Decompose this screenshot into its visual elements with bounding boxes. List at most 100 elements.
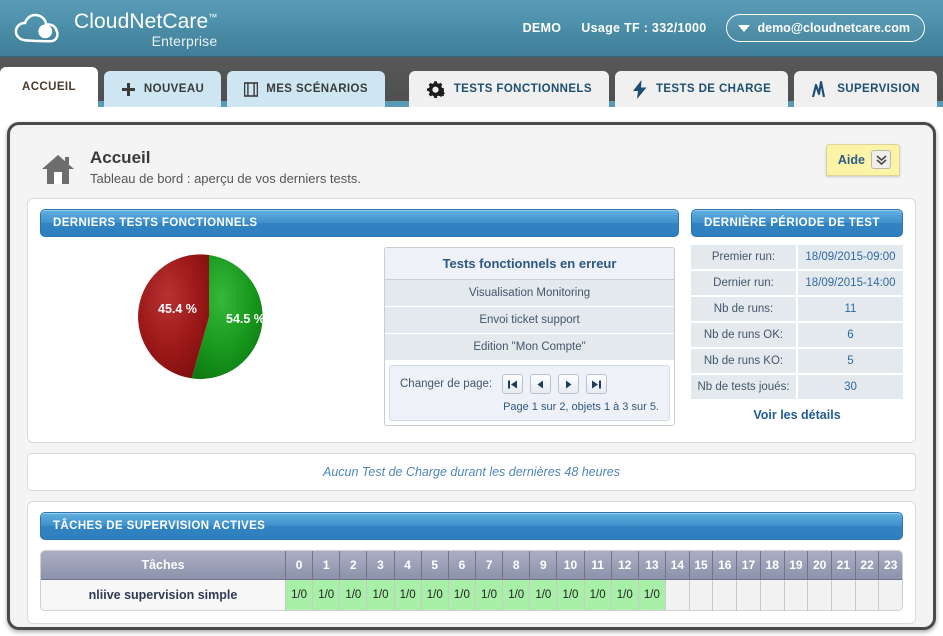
last-functional-tests-panel: DERNIERS TESTS FONCTIONNELS 54.5 % 45.4 … <box>40 209 679 430</box>
last-page-icon[interactable] <box>586 374 608 394</box>
tab-tests-de-charge[interactable]: TESTS DE CHARGE <box>614 71 789 107</box>
previous-page-icon[interactable] <box>530 374 552 394</box>
th-hour: 2 <box>340 551 368 580</box>
error-table-row[interactable]: Edition "Mon Compte" <box>385 334 674 361</box>
th-hour: 12 <box>611 551 639 580</box>
usage-counter: Usage TF : 332/1000 <box>581 21 707 35</box>
tab-accueil-label: ACCUEIL <box>22 81 76 93</box>
th-hour: 1 <box>313 551 341 580</box>
hour-cell[interactable]: 1/0 <box>611 580 639 610</box>
th-hour: 18 <box>760 551 785 580</box>
th-hour: 5 <box>421 551 449 580</box>
pager-label: Changer de page: <box>400 378 493 390</box>
hour-cell[interactable] <box>784 580 809 610</box>
hour-cell[interactable]: 1/0 <box>503 580 531 610</box>
pie-chart-svg: 54.5 % 45.4 % <box>138 254 265 380</box>
hour-cell[interactable]: 1/0 <box>340 580 368 610</box>
hour-cell[interactable] <box>855 580 880 610</box>
page-header: Accueil Tableau de bord : aperçu de vos … <box>27 140 916 198</box>
hour-cell[interactable]: 1/0 <box>557 580 585 610</box>
supervision-table-body: nliive supervision simple 1/0 1/0 1/0 1/… <box>41 580 902 610</box>
hour-cell[interactable]: 1/0 <box>638 580 666 610</box>
hour-cell[interactable] <box>808 580 832 610</box>
last-test-period-title: DERNIÈRE PÉRIODE DE TEST <box>691 209 903 237</box>
hour-cell[interactable] <box>713 580 738 610</box>
hour-cell[interactable]: 1/0 <box>421 580 449 610</box>
content-area: Aide Accueil Tableau de bord : aperçu de… <box>13 128 930 624</box>
supervision-table: Tâches 0 1 2 3 4 5 6 7 8 9 10 11 12 13 1… <box>40 550 903 611</box>
dashboard-columns: DERNIERS TESTS FONCTIONNELS 54.5 % 45.4 … <box>40 209 903 430</box>
hour-cell[interactable] <box>832 580 856 610</box>
stat-row: Dernier run: 18/09/2015-14:00 <box>691 271 903 295</box>
hour-cell[interactable] <box>689 580 714 610</box>
table-row[interactable]: nliive supervision simple 1/0 1/0 1/0 1/… <box>41 580 902 610</box>
hour-cell[interactable]: 1/0 <box>394 580 422 610</box>
first-page-icon[interactable] <box>502 374 524 394</box>
task-name: nliive supervision simple <box>41 580 286 610</box>
stat-value: 11 <box>798 297 903 321</box>
no-load-test-notice: Aucun Test de Charge durant les dernière… <box>27 453 916 491</box>
pie-label-ok: 54.5 % <box>226 312 265 326</box>
header-right-group: DEMO Usage TF : 332/1000 demo@cloudnetca… <box>523 14 929 42</box>
stat-row: Nb de runs OK: 6 <box>691 323 903 347</box>
tab-accueil[interactable]: ACCUEIL <box>0 67 98 107</box>
stat-value: 18/09/2015-14:00 <box>798 271 903 295</box>
th-hour: 23 <box>879 551 902 580</box>
hour-cell[interactable]: 1/0 <box>313 580 341 610</box>
th-hour: 22 <box>855 551 880 580</box>
th-hour: 7 <box>475 551 504 580</box>
error-table-row[interactable]: Envoi ticket support <box>385 307 674 334</box>
error-table-row[interactable]: Visualisation Monitoring <box>385 280 674 307</box>
tab-tests-fonctionnels[interactable]: TESTS FONCTIONNELS <box>408 71 609 107</box>
stat-key: Nb de runs KO: <box>691 349 796 373</box>
tab-nouveau[interactable]: NOUVEAU <box>103 71 222 107</box>
th-hour: 21 <box>832 551 856 580</box>
stat-row: Nb de runs: 11 <box>691 297 903 321</box>
test-period-stats: Premier run: 18/09/2015-09:00 Dernier ru… <box>691 245 903 399</box>
th-hour: 17 <box>737 551 761 580</box>
hour-cell[interactable]: 1/0 <box>530 580 558 610</box>
help-button[interactable]: Aide <box>825 144 900 176</box>
th-hour: 20 <box>808 551 832 580</box>
user-menu-button[interactable]: demo@cloudnetcare.com <box>726 14 925 42</box>
chevron-double-down-icon <box>871 150 891 169</box>
th-hour: 16 <box>713 551 738 580</box>
stat-value: 18/09/2015-09:00 <box>798 245 903 269</box>
th-hour: 14 <box>665 551 690 580</box>
stat-value: 5 <box>798 349 903 373</box>
stat-row: Nb de tests joués: 30 <box>691 375 903 399</box>
stat-key: Nb de runs: <box>691 297 796 321</box>
user-email-label: demo@cloudnetcare.com <box>757 21 910 35</box>
functional-tests-in-error-table: Tests fonctionnels en erreur Visualisati… <box>384 247 675 426</box>
hour-cell[interactable]: 1/0 <box>448 580 476 610</box>
tab-mes-scenarios[interactable]: MES SCÉNARIOS <box>227 71 385 107</box>
supervision-header-row: Tâches 0 1 2 3 4 5 6 7 8 9 10 11 12 13 1… <box>41 551 902 580</box>
view-details-link[interactable]: Voir les détails <box>691 408 903 422</box>
next-page-icon[interactable] <box>558 374 580 394</box>
th-hour: 0 <box>286 551 314 580</box>
pager-info: Page 1 sur 2, objets 1 à 3 sur 5. <box>503 401 659 413</box>
th-hour: 10 <box>557 551 585 580</box>
hour-cell[interactable]: 1/0 <box>475 580 504 610</box>
hour-cell[interactable] <box>879 580 902 610</box>
brand-edition: Enterprise <box>151 32 218 49</box>
lightning-icon <box>632 79 648 99</box>
hour-cell[interactable] <box>760 580 785 610</box>
last-functional-tests-title: DERNIERS TESTS FONCTIONNELS <box>40 209 679 237</box>
hour-cell[interactable]: 1/0 <box>286 580 314 610</box>
hour-cell[interactable] <box>737 580 761 610</box>
th-hour: 3 <box>367 551 395 580</box>
page-subtitle: Tableau de bord : aperçu de vos derniers… <box>90 171 361 187</box>
brand-logo[interactable]: CloudNetCare™ Enterprise <box>14 9 217 48</box>
hour-cell[interactable]: 1/0 <box>367 580 395 610</box>
last-test-period-panel: DERNIÈRE PÉRIODE DE TEST Premier run: 18… <box>691 209 903 422</box>
hour-cell[interactable]: 1/0 <box>584 580 612 610</box>
tab-supervision[interactable]: SUPERVISION <box>794 71 937 107</box>
stat-key: Dernier run: <box>691 271 796 295</box>
hour-cell[interactable] <box>665 580 690 610</box>
gears-icon <box>426 80 446 99</box>
supervision-card: TÂCHES DE SUPERVISION ACTIVES Tâches 0 1… <box>27 501 916 624</box>
th-hour: 11 <box>584 551 612 580</box>
content-frame: Aide Accueil Tableau de bord : aperçu de… <box>7 122 936 630</box>
th-hour: 15 <box>689 551 714 580</box>
